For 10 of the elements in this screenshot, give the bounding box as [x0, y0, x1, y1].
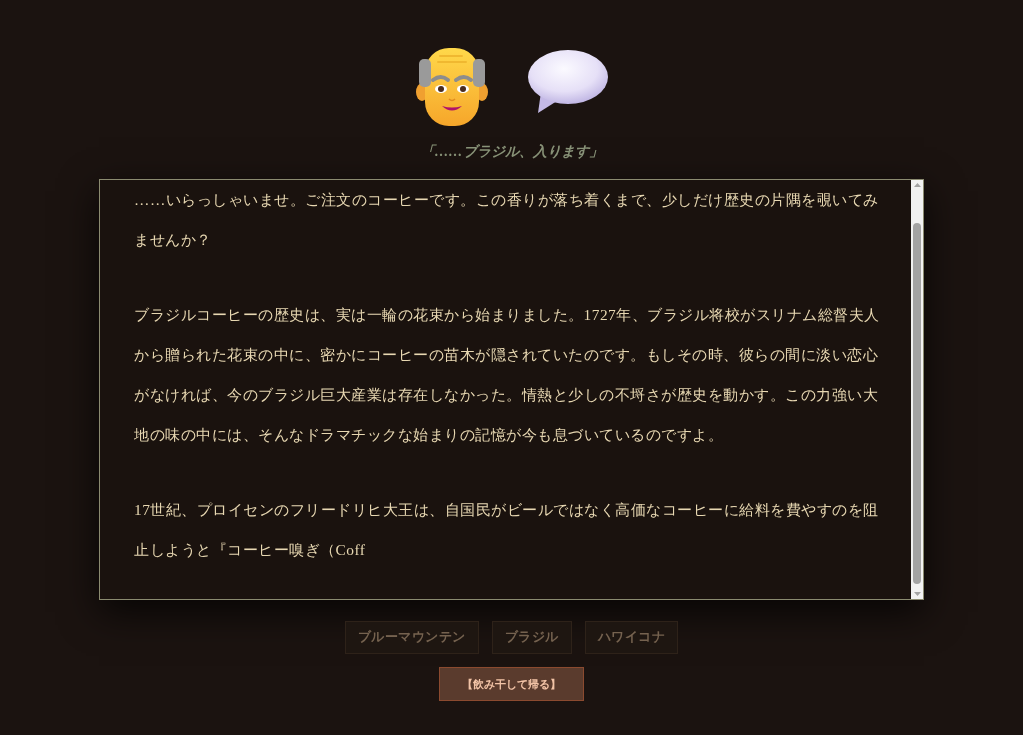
story-paragraph: ブラジルコーヒーの歴史は、実は一輪の花束から始まりました。1727年、ブラジル将校がスリナム総督夫人から贈られた花束の中に、密かにコーヒーの苗木が隠されていたのです。もしその時、彼らの間に淡い恋心がなければ、今のブラジル巨大産業は存在しなかった。情熱と少しの不埒さが歴史を動かす。この力強い大地の味の中には、そんなドラマチックな始まりの記憶が今も息づいているのですよ。 [134, 305, 881, 445]
scrollbar[interactable] [911, 180, 923, 599]
caption-text: 「……ブラジル、入ります」 [420, 143, 603, 161]
scroll-down-arrow-icon[interactable] [913, 592, 921, 596]
leave-button[interactable]: 【飲み干して帰る】 [439, 667, 584, 701]
old-man-icon [415, 48, 488, 126]
speech-bubble-icon [527, 50, 608, 113]
story-paragraph: ……いらっしゃいませ。ご注文のコーヒーです。この香りが落ち着くまで、少しだけ歴史の片隅を覗いてみませんか？ [134, 190, 880, 250]
scroll-up-arrow-icon[interactable] [913, 183, 921, 187]
story-paragraph: 17世紀、プロイセンのフリードリヒ大王は、自国民がビールではなく高価なコーヒーに給料を費やすのを阻止しようと『コーヒー嗅ぎ（Coff [134, 500, 880, 560]
